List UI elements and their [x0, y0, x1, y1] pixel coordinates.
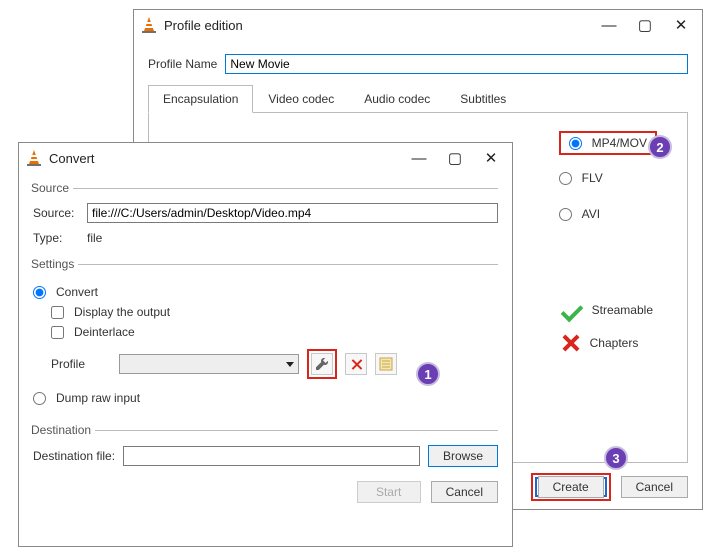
chevron-down-icon: [286, 362, 294, 367]
convert-window: Convert — ▢ ✕ Source Source: Type: file …: [18, 142, 513, 547]
radio-convert[interactable]: [33, 286, 46, 299]
tab-video-codec[interactable]: Video codec: [253, 85, 349, 113]
radio-dump-raw-label: Dump raw input: [56, 391, 140, 405]
browse-button[interactable]: Browse: [428, 445, 498, 467]
radio-mp4mov[interactable]: [569, 137, 582, 150]
maximize-icon[interactable]: ▢: [446, 149, 464, 167]
convert-window-title: Convert: [49, 151, 95, 166]
checkbox-display-output[interactable]: [51, 306, 64, 319]
start-button[interactable]: Start: [357, 481, 421, 503]
profile-titlebar: Profile edition — ▢ ✕: [134, 10, 702, 40]
profile-tabs: Encapsulation Video codec Audio codec Su…: [148, 84, 688, 113]
vlc-cone-icon: [142, 17, 156, 33]
destination-group: Destination Destination file: Browse: [33, 423, 498, 471]
close-icon[interactable]: ✕: [482, 149, 500, 167]
profile-window-title: Profile edition: [164, 18, 243, 33]
settings-legend: Settings: [31, 257, 78, 271]
step-marker-2: 2: [648, 135, 672, 159]
new-profile-button[interactable]: [375, 353, 397, 375]
radio-convert-label: Convert: [56, 285, 98, 299]
checkbox-deinterlace[interactable]: [51, 326, 64, 339]
close-icon[interactable]: ✕: [672, 16, 690, 34]
destination-input[interactable]: [123, 446, 420, 466]
checkbox-deinterlace-label: Deinterlace: [74, 325, 135, 339]
delete-profile-button[interactable]: [345, 353, 367, 375]
tab-audio-codec[interactable]: Audio codec: [349, 85, 445, 113]
convert-cancel-button[interactable]: Cancel: [431, 481, 498, 503]
minimize-icon[interactable]: —: [410, 150, 428, 167]
source-legend: Source: [31, 181, 73, 195]
edit-profile-button[interactable]: [311, 353, 333, 375]
checkbox-display-output-label: Display the output: [74, 305, 170, 319]
type-label: Type:: [33, 231, 79, 245]
radio-dump-raw[interactable]: [33, 392, 46, 405]
radio-avi-label: AVI: [582, 207, 600, 221]
settings-group: Settings Convert Display the output Dein…: [33, 257, 498, 415]
tab-subtitles[interactable]: Subtitles: [445, 85, 521, 113]
delete-icon: [350, 358, 363, 371]
new-profile-icon: [379, 357, 393, 371]
vlc-cone-icon: [27, 150, 41, 166]
source-group: Source Source: Type: file: [33, 181, 498, 249]
source-input[interactable]: [87, 203, 498, 223]
radio-flv[interactable]: [559, 172, 572, 185]
radio-flv-label: FLV: [582, 171, 603, 185]
profile-label: Profile: [51, 357, 111, 371]
maximize-icon[interactable]: ▢: [636, 16, 654, 34]
profile-dropdown[interactable]: [119, 354, 299, 374]
check-icon: [560, 303, 582, 317]
tab-encapsulation[interactable]: Encapsulation: [148, 85, 253, 113]
radio-mp4mov-label: MP4/MOV: [592, 136, 647, 150]
step-marker-3: 3: [604, 446, 628, 470]
feature-chapters: Chapters: [590, 336, 639, 350]
step-marker-1: 1: [416, 362, 440, 386]
profile-cancel-button[interactable]: Cancel: [621, 476, 688, 498]
convert-titlebar: Convert — ▢ ✕: [19, 143, 512, 173]
source-label: Source:: [33, 206, 79, 220]
feature-streamable: Streamable: [592, 303, 653, 317]
profile-name-input[interactable]: [225, 54, 688, 74]
create-button[interactable]: Create: [538, 476, 604, 498]
minimize-icon[interactable]: —: [600, 17, 618, 34]
profile-name-label: Profile Name: [148, 57, 217, 71]
type-value: file: [87, 231, 102, 245]
destination-label: Destination file:: [33, 449, 115, 463]
radio-avi[interactable]: [559, 208, 572, 221]
wrench-icon: [315, 357, 329, 371]
destination-legend: Destination: [31, 423, 95, 437]
x-icon: [560, 333, 580, 353]
